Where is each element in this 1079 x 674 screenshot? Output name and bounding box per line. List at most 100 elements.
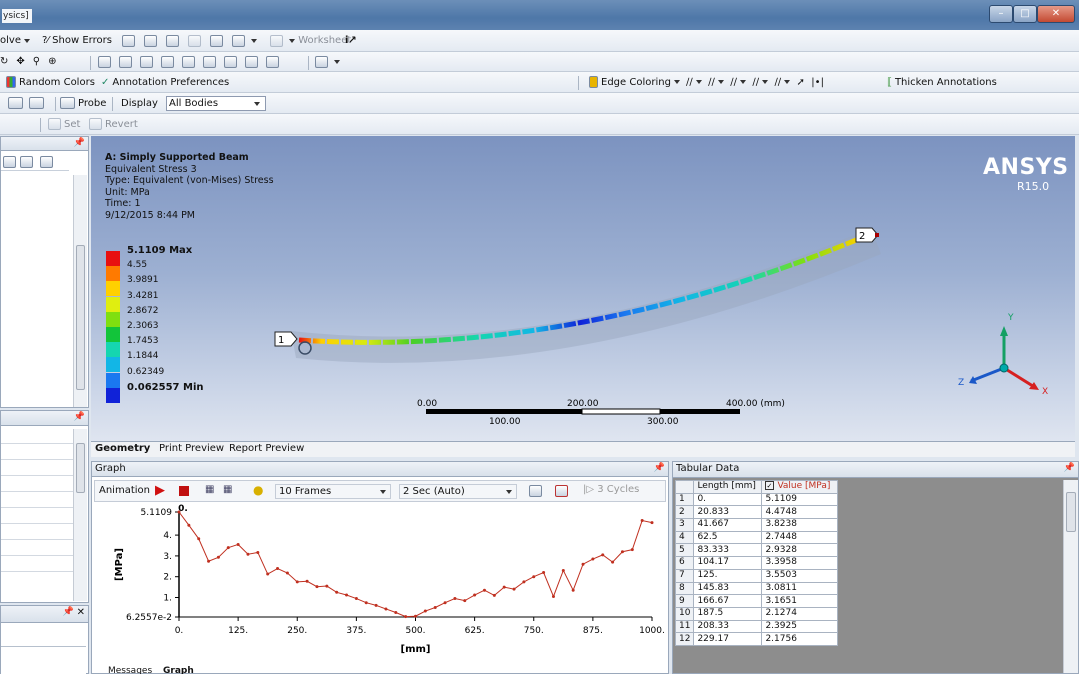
magnifier-out-icon[interactable] [161, 55, 174, 68]
result-sets-icon[interactable]: ▦ [223, 484, 232, 495]
table-row[interactable]: 5 83.333 2.9328 [674, 543, 839, 558]
data-point [394, 610, 398, 614]
play-icon[interactable]: ▶ [155, 483, 165, 498]
value-cell: 2.3925 [761, 619, 839, 634]
details-scrollbar[interactable] [73, 429, 87, 601]
axis-triad[interactable]: Y Z X [958, 313, 1048, 397]
tab-graph[interactable]: Graph [163, 666, 194, 674]
frames-select[interactable]: 10 Frames [275, 484, 391, 499]
table-row[interactable]: 1 0. 5.1109 [674, 492, 839, 507]
tab-geometry[interactable]: Geometry [95, 443, 150, 454]
tab-messages[interactable]: Messages [108, 666, 152, 674]
expand-icon[interactable] [40, 156, 53, 168]
table-row[interactable]: 8 145.83 3.0811 [674, 581, 839, 596]
table-row[interactable]: 6 104.17 3.3958 [674, 556, 839, 570]
zoom-in-icon[interactable]: ⊕ [48, 56, 56, 67]
table-row[interactable]: 10 187.5 2.1274 [674, 606, 839, 621]
data-point [325, 584, 329, 588]
table-row[interactable]: 4 62.5 2.7448 [674, 530, 839, 545]
minimize-button[interactable]: – [989, 5, 1013, 23]
graph-panel-title: Graph [95, 463, 126, 474]
previous-view-icon[interactable] [203, 55, 216, 68]
tab-report-preview[interactable]: Report Preview [229, 443, 304, 454]
iso-view-icon[interactable] [182, 55, 195, 68]
zoom-icon[interactable]: ⚲ [33, 56, 40, 67]
random-colors-button[interactable]: Random Colors [6, 72, 95, 92]
tab-print-preview[interactable]: Print Preview [159, 443, 224, 454]
scale-bar-icon[interactable]: |•| [811, 77, 824, 88]
rotate-icon[interactable]: ↻ [0, 56, 8, 67]
header-value[interactable]: ✓ Value [MPa] [761, 480, 839, 494]
solve-button[interactable]: olve [0, 30, 30, 51]
viewport-layout-button[interactable] [315, 52, 340, 71]
table-row[interactable]: 9 166.67 3.1651 [674, 594, 839, 608]
y-tick-label: 2. [163, 573, 172, 583]
help-cursor-icon[interactable]: i↗ [345, 30, 357, 51]
pin-icon[interactable]: 📌 [74, 138, 85, 148]
pin-icon[interactable]: 📌 [63, 607, 74, 617]
next-view-icon[interactable] [224, 55, 237, 68]
duration-select[interactable]: 2 Sec (Auto) [399, 484, 517, 499]
edge-display-icon[interactable]: ∕∕ [686, 77, 693, 88]
mesh-edge-icon[interactable]: ∕∕ [730, 77, 737, 88]
close-icon[interactable]: ✕ [77, 607, 85, 618]
graphics-viewport[interactable]: A: Simply Supported Beam Equivalent Stre… [91, 136, 1075, 441]
header-length[interactable]: Length [mm] [693, 480, 763, 494]
table-row[interactable]: 11 208.33 2.3925 [674, 619, 839, 634]
annotation-icon[interactable] [210, 34, 223, 47]
x-tick-label: 750. [524, 626, 544, 636]
scale-label-200: 200.00 [567, 399, 599, 409]
distributed-frames-icon[interactable]: ▦ [205, 484, 214, 495]
pin-icon[interactable]: 📌 [1064, 463, 1075, 473]
probe-button[interactable]: Probe [60, 93, 106, 113]
magnifier-icon[interactable] [140, 55, 153, 68]
collapse-icon[interactable] [3, 156, 16, 168]
brush-icon[interactable] [188, 34, 201, 47]
thicken-annotations-button[interactable]: ⟦ Thicken Annotations [887, 72, 997, 92]
row-number: 10 [674, 606, 695, 621]
print-icon[interactable] [245, 55, 258, 68]
pin-icon[interactable]: 📌 [74, 412, 85, 422]
lightbulb-icon[interactable]: ● [253, 483, 263, 497]
table-row[interactable]: 2 20.833 4.4748 [674, 505, 839, 520]
label-icon[interactable] [266, 55, 279, 68]
value-checkbox-icon[interactable]: ✓ [765, 481, 775, 491]
thin-edge-icon[interactable]: ∕∕ [752, 77, 759, 88]
table-row[interactable]: 3 41.667 3.8238 [674, 518, 839, 532]
pin-icon[interactable]: 📌 [654, 463, 665, 473]
annotation-preferences-button[interactable]: ✓ Annotation Preferences [101, 72, 229, 92]
cycles-button[interactable]: |▷ 3 Cycles [583, 484, 639, 495]
x-tick-label: 125. [228, 626, 248, 636]
tabular-scrollbar[interactable] [1063, 480, 1078, 673]
filter-icon[interactable] [20, 156, 33, 168]
wireframe-icon[interactable]: ∕∕ [708, 77, 715, 88]
min-label-icon[interactable] [29, 97, 44, 109]
zoom-to-fit-icon[interactable] [555, 485, 568, 497]
thick-edge-icon[interactable]: ∕∕ [774, 77, 781, 88]
maximize-button[interactable]: □ [1013, 5, 1037, 23]
revert-button[interactable]: Revert [89, 114, 138, 134]
image-icon[interactable] [166, 34, 179, 47]
zoom-fit-icon[interactable] [119, 55, 132, 68]
close-button[interactable]: ✕ [1037, 5, 1075, 23]
report-icon[interactable] [144, 34, 157, 47]
display-bodies-select[interactable]: All Bodies [166, 96, 266, 111]
results-icon[interactable] [122, 34, 135, 47]
axis-y-label: Y [1007, 313, 1014, 323]
export-video-icon[interactable] [529, 485, 542, 497]
pan-icon[interactable]: ✥ [16, 56, 24, 67]
edge-coloring-button[interactable]: Edge Coloring [589, 72, 680, 92]
stop-icon[interactable] [179, 486, 189, 496]
x-tick-label: 1000. [639, 626, 665, 636]
color-icon[interactable] [232, 34, 245, 47]
set-button[interactable]: Set [48, 114, 80, 134]
show-errors-button[interactable]: ?⁄ Show Errors [42, 30, 112, 51]
stress-graph[interactable]: 5.1109 4. 3. 2. 1. 6.2557e-20. 125. 250. 375. 500… [92, 504, 668, 674]
table-row[interactable]: 7 125. 3.5503 [674, 568, 839, 583]
max-label-icon[interactable] [8, 97, 23, 109]
table-row[interactable]: 12 229.17 2.1756 [674, 632, 839, 646]
outline-scrollbar[interactable] [73, 175, 87, 407]
zoom-box-icon[interactable] [98, 55, 111, 68]
worksheet-button[interactable]: Worksheet [270, 30, 351, 51]
pin-annotation-icon[interactable]: ➚ [797, 77, 805, 88]
